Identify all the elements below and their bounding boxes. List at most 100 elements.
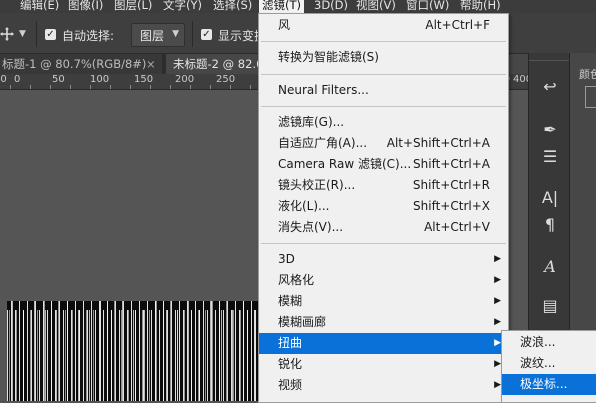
item-label: 扭曲	[278, 336, 303, 350]
ruler-tick	[250, 85, 251, 89]
shortcut-label: Shift+Ctrl+R	[412, 178, 490, 192]
menu-item-blur[interactable]: 模糊 ▶	[259, 291, 508, 312]
menu-item-camera-raw[interactable]: Camera Raw 滤镜(C)... Shift+Ctrl+A	[259, 154, 508, 175]
ruler-label: 0	[14, 74, 21, 85]
move-tool-icon[interactable]	[0, 27, 14, 41]
auto-select-checkbox[interactable]: ✓	[45, 29, 56, 40]
menu-item-stylize[interactable]: 风格化 ▶	[259, 270, 508, 291]
menu-item-liquify[interactable]: 液化(L)... Shift+Ctrl+X	[259, 196, 508, 217]
brush-icon[interactable]: ✒	[538, 118, 562, 142]
menu-select[interactable]: 选择(S)	[210, 0, 255, 13]
document-image-edge	[7, 301, 258, 310]
submenu-item-ripple[interactable]: 波纹...	[502, 353, 596, 374]
menu-item-sharpen[interactable]: 锐化 ▶	[259, 354, 508, 375]
paragraph-icon[interactable]: ¶	[538, 213, 562, 237]
close-icon[interactable]: ×	[146, 54, 156, 74]
ruler-label: 150	[134, 74, 154, 85]
menu-divider	[261, 74, 506, 75]
glyphs-icon[interactable]: A	[538, 255, 562, 279]
submenu-arrow-icon: ▶	[494, 359, 501, 369]
dock-grip[interactable]	[529, 55, 569, 61]
item-label: 锐化	[278, 357, 303, 371]
menu-divider	[261, 106, 506, 107]
item-label: 3D	[278, 252, 295, 266]
item-label: 波浪...	[520, 335, 556, 349]
auto-select-dropdown[interactable]: 图层 ▼	[131, 23, 185, 47]
tab-document-1[interactable]: 标题-1 @ 80.7%(RGB/8#) ×	[0, 54, 162, 74]
history-icon[interactable]: ↩	[538, 75, 562, 99]
submenu-item-polar-coordinates[interactable]: 极坐标...	[502, 374, 596, 395]
item-label: 消失点(V)...	[278, 220, 344, 234]
menu-item-adaptive-wide-angle[interactable]: 自适应广角(A)... Alt+Shift+Ctrl+A	[259, 133, 508, 154]
shortcut-label: Alt+Shift+Ctrl+A	[386, 136, 490, 150]
item-label: Neural Filters...	[278, 83, 369, 97]
item-label: 镜头校正(R)...	[278, 178, 356, 192]
item-label: 极坐标...	[520, 377, 568, 391]
submenu-item-wave[interactable]: 波浪...	[502, 332, 596, 353]
submenu-arrow-icon: ▶	[494, 317, 501, 327]
panel-title[interactable]: 颜色	[579, 66, 596, 82]
ruler-label: 400	[513, 74, 528, 85]
separator	[192, 21, 193, 47]
menu-item-neural-filters[interactable]: Neural Filters...	[259, 80, 508, 101]
item-label: 风格化	[278, 273, 315, 287]
menu-item-vanishing-point[interactable]: 消失点(V)... Alt+Ctrl+V	[259, 217, 508, 238]
ruler-tick	[110, 85, 111, 89]
shortcut-label: Shift+Ctrl+X	[413, 199, 490, 213]
menu-item-distort[interactable]: 扭曲 ▶	[259, 333, 508, 354]
item-label: 转换为智能滤镜(S)	[278, 50, 379, 64]
menu-view[interactable]: 视图(V)	[353, 0, 399, 13]
item-label: 波纹...	[520, 356, 556, 370]
chevron-down-icon: ▼	[172, 29, 179, 39]
menu-divider	[261, 41, 506, 42]
ruler-label: 250	[216, 74, 236, 85]
shortcut-label: Alt+Ctrl+V	[424, 220, 490, 234]
menu-item-lens-correction[interactable]: 镜头校正(R)... Shift+Ctrl+R	[259, 175, 508, 196]
menu-item-blur-gallery[interactable]: 模糊画廊 ▶	[259, 312, 508, 333]
ruler-tick	[10, 85, 11, 89]
submenu-arrow-icon: ▶	[494, 275, 501, 285]
adjustments-icon[interactable]: ☰	[538, 145, 562, 169]
menu-layer[interactable]: 图层(L)	[111, 0, 155, 13]
menu-item-convert-smart-filter[interactable]: 转换为智能滤镜(S)	[259, 47, 508, 68]
properties-icon[interactable]: ▤	[538, 294, 562, 318]
ruler-tick	[30, 85, 31, 89]
menu-3d[interactable]: 3D(D)	[311, 0, 351, 13]
item-label: 液化(L)...	[278, 199, 330, 213]
distort-submenu: 波浪... 波纹... 极坐标...	[501, 330, 596, 403]
menubar: 编辑(E) 图像(I) 图层(L) 文字(Y) 选择(S) 滤镜(T) 3D(D…	[0, 0, 596, 13]
show-transform-checkbox[interactable]: ✓	[201, 29, 212, 40]
ruler-tick	[210, 85, 211, 89]
tab-title: 标题-1 @ 80.7%(RGB/8#)	[2, 57, 147, 71]
menu-image[interactable]: 图像(I)	[65, 0, 106, 13]
auto-select-label: 自动选择:	[62, 29, 115, 43]
tool-preset-chevron-icon[interactable]: ▼	[19, 29, 26, 39]
item-label: 模糊	[278, 294, 303, 308]
menu-item-3d[interactable]: 3D ▶	[259, 249, 508, 270]
menu-item-wind[interactable]: 风 Alt+Ctrl+F	[259, 15, 508, 36]
shortcut-label: Shift+Ctrl+A	[413, 157, 490, 171]
ruler-label: 100	[90, 74, 110, 85]
character-icon[interactable]: A|	[538, 186, 562, 210]
item-label: 模糊画廊	[278, 315, 327, 329]
menu-item-video[interactable]: 视频 ▶	[259, 375, 508, 396]
submenu-arrow-icon: ▶	[494, 380, 501, 390]
ruler-tick	[170, 85, 171, 89]
tab-title: 未标题-2 @ 82.6	[173, 57, 264, 71]
menu-help[interactable]: 帮助(H)	[457, 0, 504, 13]
item-label: 视频	[278, 378, 303, 392]
ruler-label: 50	[0, 74, 7, 85]
item-label: 自适应广角(A)...	[278, 136, 368, 150]
submenu-arrow-icon: ▶	[494, 254, 501, 264]
filter-menu: 风 Alt+Ctrl+F 转换为智能滤镜(S) Neural Filters..…	[258, 13, 509, 403]
menu-divider	[261, 243, 506, 244]
menu-window[interactable]: 窗口(W)	[403, 0, 452, 13]
color-swatch[interactable]	[585, 86, 596, 108]
menu-type[interactable]: 文字(Y)	[160, 0, 205, 13]
ruler-tick	[150, 85, 151, 89]
submenu-arrow-icon: ▶	[494, 296, 501, 306]
document-image	[7, 301, 258, 401]
menu-edit[interactable]: 编辑(E)	[17, 0, 62, 13]
menu-item-filter-gallery[interactable]: 滤镜库(G)...	[259, 112, 508, 133]
menu-filter[interactable]: 滤镜(T)	[259, 0, 304, 13]
